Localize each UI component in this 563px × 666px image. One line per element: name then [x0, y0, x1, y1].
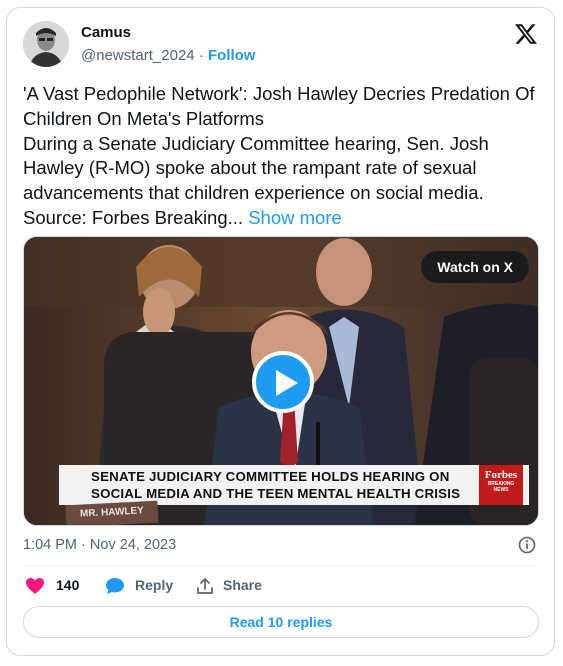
show-more-link[interactable]: Show more — [248, 207, 342, 228]
play-icon — [276, 370, 298, 396]
share-label: Share — [223, 577, 262, 593]
separator: · — [198, 47, 204, 64]
like-button[interactable]: 140 — [25, 577, 80, 594]
avatar-image — [23, 21, 69, 67]
handle[interactable]: @newstart_2024 — [81, 47, 195, 64]
share-button[interactable]: Share — [196, 577, 262, 594]
x-logo-icon[interactable] — [514, 22, 538, 46]
nameplate: MR. HAWLEY — [65, 500, 159, 525]
avatar[interactable] — [23, 21, 69, 67]
chyron-line-1: SENATE JUDICIARY COMMITTEE HOLDS HEARING… — [91, 469, 450, 484]
play-button[interactable] — [252, 351, 314, 413]
reply-button[interactable]: Reply — [105, 577, 174, 594]
news-chyron: SENATE JUDICIARY COMMITTEE HOLDS HEARING… — [59, 465, 529, 505]
watch-on-x-button[interactable]: Watch on X — [421, 251, 529, 283]
share-icon — [197, 578, 213, 594]
forbes-logo: Forbes BREAKING NEWS — [479, 465, 523, 505]
like-count: 140 — [56, 577, 80, 593]
heart-icon — [26, 578, 44, 594]
divider — [23, 565, 539, 566]
timestamp[interactable]: 1:04 PM · Nov 24, 2023 — [23, 537, 176, 553]
reply-label: Reply — [135, 577, 174, 593]
follow-button[interactable]: Follow — [208, 47, 256, 64]
chyron-text: SENATE JUDICIARY COMMITTEE HOLDS HEARING… — [91, 468, 460, 502]
forbes-logo-text: Forbes — [484, 469, 518, 481]
info-icon[interactable] — [518, 536, 536, 554]
chyron-line-2: SOCIAL MEDIA AND THE TEEN MENTAL HEALTH … — [91, 486, 461, 501]
forbes-news: NEWS — [493, 487, 509, 493]
tweet-text: 'A Vast Pedophile Network': Josh Hawley … — [23, 82, 543, 231]
handle-row: @newstart_2024 · Follow — [81, 47, 255, 64]
reply-bubble-icon — [106, 578, 124, 594]
display-name[interactable]: Camus — [81, 24, 131, 41]
video-player[interactable]: Watch on X SENATE JUDICIARY COMMITTEE HO… — [23, 236, 539, 526]
read-replies-button[interactable]: Read 10 replies — [23, 606, 539, 638]
